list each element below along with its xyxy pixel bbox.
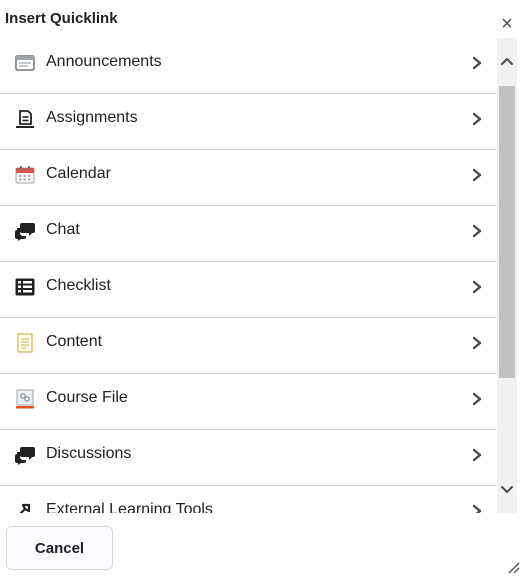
course-file-icon <box>14 389 36 409</box>
resize-handle-icon[interactable] <box>506 560 520 574</box>
dialog-title: Insert Quicklink <box>5 10 118 27</box>
quicklink-list[interactable]: Announcements Assignments Calendar Chat … <box>0 38 497 513</box>
list-item-label: Discussions <box>46 445 132 462</box>
external-learning-tools-icon <box>14 501 36 513</box>
list-item-announcements[interactable]: Announcements <box>0 38 497 94</box>
assignments-icon <box>14 109 36 129</box>
scroll-down-button[interactable] <box>497 468 517 513</box>
close-icon: × <box>501 13 513 35</box>
chevron-right-icon <box>470 445 484 465</box>
list-scrollbar[interactable] <box>497 38 517 513</box>
chevron-right-icon <box>470 165 484 185</box>
chevron-down-icon <box>500 482 514 500</box>
chat-icon <box>14 221 36 241</box>
list-item-label: Assignments <box>46 109 138 126</box>
chevron-right-icon <box>470 277 484 297</box>
list-item-label: Checklist <box>46 277 111 294</box>
checklist-icon <box>14 277 36 297</box>
list-item-assignments[interactable]: Assignments <box>0 94 497 150</box>
calendar-icon <box>14 165 36 185</box>
list-item-calendar[interactable]: Calendar <box>0 150 497 206</box>
chevron-right-icon <box>470 221 484 241</box>
cancel-button[interactable]: Cancel <box>6 526 113 570</box>
chevron-right-icon <box>470 53 484 73</box>
list-item-content[interactable]: Content <box>0 318 497 374</box>
list-item-external-learning-tools[interactable]: External Learning Tools <box>0 486 497 513</box>
list-item-chat[interactable]: Chat <box>0 206 497 262</box>
list-item-label: Course File <box>46 389 128 406</box>
list-item-discussions[interactable]: Discussions <box>0 430 497 486</box>
insert-quicklink-dialog: Insert Quicklink × Announcements Assignm… <box>0 0 526 588</box>
chevron-right-icon <box>470 333 484 353</box>
close-button[interactable]: × <box>496 13 518 35</box>
list-item-course-file[interactable]: Course File <box>0 374 497 430</box>
chevron-right-icon <box>470 501 484 513</box>
list-item-label: Calendar <box>46 165 111 182</box>
content-icon <box>14 333 36 353</box>
chevron-up-icon <box>500 53 514 71</box>
chevron-right-icon <box>470 389 484 409</box>
list-item-label: Announcements <box>46 53 162 70</box>
chevron-right-icon <box>470 109 484 129</box>
list-item-checklist[interactable]: Checklist <box>0 262 497 318</box>
discussions-icon <box>14 445 36 465</box>
scroll-up-button[interactable] <box>497 38 517 86</box>
list-item-label: Chat <box>46 221 80 238</box>
scroll-thumb[interactable] <box>499 86 515 378</box>
list-item-label: Content <box>46 333 103 350</box>
list-item-label: External Learning Tools <box>46 501 213 513</box>
announcements-icon <box>14 53 36 73</box>
